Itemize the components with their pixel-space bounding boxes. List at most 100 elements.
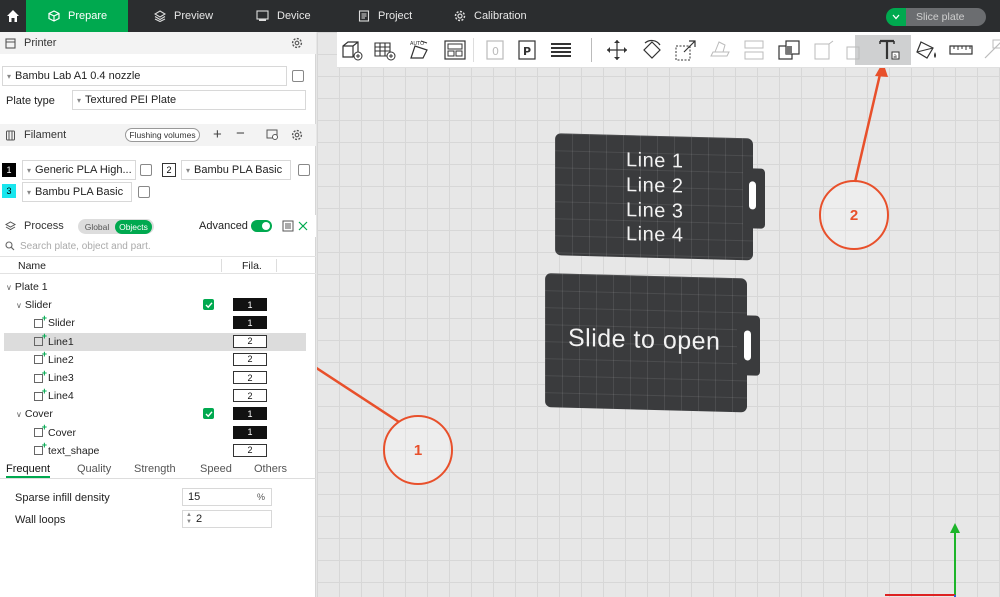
filament-slot-2-edit-icon[interactable]: [298, 164, 310, 176]
filament-assign-box[interactable]: 1: [233, 407, 267, 421]
add-object-icon[interactable]: [340, 38, 364, 62]
tree-row[interactable]: text_shape 2: [0, 440, 316, 460]
search-input[interactable]: Search plate, object and part.: [20, 241, 151, 252]
process-compare-icon[interactable]: [297, 220, 309, 232]
filament-slot-3-badge[interactable]: 3: [2, 184, 16, 198]
filament-slot-3-select[interactable]: ▾ Bambu PLA Basic: [22, 182, 132, 202]
3d-viewport[interactable]: Line 1 Line 2 Line 3 Line 4 Slide to ope…: [317, 32, 1000, 597]
filament-settings-gear-icon[interactable]: [291, 129, 303, 141]
tree-row[interactable]: Line1 2: [4, 331, 306, 351]
filament-assign-box[interactable]: 2: [233, 389, 267, 403]
tab-prepare[interactable]: Prepare: [26, 0, 128, 32]
tree-row-label: Line2: [48, 353, 74, 366]
printer-title: Printer: [24, 37, 57, 49]
sparse-infill-input[interactable]: 15 %: [182, 488, 272, 506]
assembly-icon[interactable]: [981, 38, 1000, 62]
move-icon[interactable]: [605, 38, 629, 62]
tree-row[interactable]: Line2 2: [0, 349, 316, 369]
color-paint-icon[interactable]: [915, 38, 939, 62]
filament-slot-1-select[interactable]: ▾ Generic PLA High...: [22, 160, 136, 180]
advanced-switch[interactable]: [251, 220, 272, 232]
search-bar[interactable]: Search plate, object and part.: [0, 238, 316, 254]
tree-row[interactable]: ∨ Slider 1: [0, 296, 316, 314]
auto-orient-icon[interactable]: AUTO: [407, 38, 431, 62]
lay-on-face-icon[interactable]: [707, 38, 731, 62]
tree-row[interactable]: Cover 1: [0, 422, 316, 442]
chevron-down-icon[interactable]: ∨: [6, 283, 12, 292]
remove-filament-icon[interactable]: −: [236, 125, 245, 142]
seam-paint-icon[interactable]: [843, 38, 867, 62]
tree-row[interactable]: Slider 1: [0, 313, 316, 332]
slice-dropdown-button[interactable]: [886, 8, 906, 26]
filament-slot-2-badge[interactable]: 2: [162, 163, 176, 177]
text-tool-icon[interactable]: a: [877, 38, 901, 62]
filament-slot-3-edit-icon[interactable]: [138, 186, 150, 198]
filament-slot-1-edit-icon[interactable]: [140, 164, 152, 176]
tab-strength[interactable]: Strength: [134, 463, 176, 475]
boolean-icon[interactable]: [777, 38, 801, 62]
printer-select[interactable]: ▾ Bambu Lab A1 0.4 nozzle: [2, 66, 287, 86]
filament-assign-box[interactable]: 2: [233, 371, 267, 384]
chevron-down-icon: ▾: [77, 95, 82, 105]
plate-type-select[interactable]: ▾ Textured PEI Plate: [72, 90, 306, 110]
tab-device[interactable]: Device: [232, 0, 336, 32]
visibility-checkbox[interactable]: [203, 408, 214, 420]
measure-icon[interactable]: [949, 38, 973, 62]
filament-slot-2-select[interactable]: ▾ Bambu PLA Basic: [181, 160, 291, 180]
part-icon: [34, 331, 47, 347]
filament-assign-box[interactable]: 1: [233, 425, 267, 439]
add-filament-icon[interactable]: +: [213, 126, 222, 143]
arrange-icon[interactable]: [443, 38, 467, 62]
flushing-volumes-button[interactable]: Flushing volumes: [125, 128, 200, 142]
sparse-infill-label: Sparse infill density: [15, 492, 110, 504]
tree-row[interactable]: ∨ Cover 1: [0, 405, 316, 423]
slice-plate-button[interactable]: Slice plate: [906, 8, 986, 26]
tab-preview[interactable]: Preview: [128, 0, 232, 32]
part-icon: [34, 386, 47, 401]
support-paint-icon[interactable]: [811, 38, 835, 62]
rotate-icon[interactable]: [640, 38, 664, 62]
tree-row-label: Cover: [24, 408, 53, 421]
tab-calibration[interactable]: Calibration: [432, 0, 552, 32]
visibility-checkbox[interactable]: [203, 299, 214, 311]
process-list-icon[interactable]: [282, 220, 294, 232]
annotation-callout-1: 1: [383, 415, 453, 485]
wall-loops-stepper-icon[interactable]: ▲ ▼: [186, 512, 192, 526]
split-parts-icon[interactable]: P: [515, 38, 539, 62]
layers-stack-icon[interactable]: [549, 38, 573, 62]
tab-project[interactable]: Project: [336, 0, 432, 32]
filament-assign-box[interactable]: 1: [233, 298, 267, 312]
home-button[interactable]: [0, 0, 26, 32]
wall-loops-input[interactable]: ▲ ▼ 2: [182, 510, 272, 528]
tab-quality[interactable]: Quality: [77, 463, 111, 475]
objects-toggle-option[interactable]: Objects: [115, 220, 152, 234]
tree-row[interactable]: Line4 2: [0, 386, 316, 405]
global-toggle-option[interactable]: Global: [80, 220, 114, 234]
chevron-down-icon[interactable]: ∨: [16, 410, 22, 419]
split-objects-icon[interactable]: 0: [483, 38, 507, 62]
tree-row-label: Line1: [48, 335, 74, 348]
chevron-down-icon: [892, 14, 900, 20]
cut-icon[interactable]: [742, 38, 766, 62]
chevron-down-icon[interactable]: ∨: [16, 301, 22, 310]
filament-assign-box[interactable]: 2: [233, 443, 267, 457]
tab-speed[interactable]: Speed: [200, 463, 232, 475]
wall-loops-label: Wall loops: [15, 514, 66, 526]
add-plate-icon[interactable]: [373, 38, 397, 62]
filament-sync-icon[interactable]: [266, 129, 279, 141]
printer-edit-icon[interactable]: [292, 70, 304, 82]
scale-icon[interactable]: [674, 38, 698, 62]
part-icon: [34, 313, 47, 328]
tree-row[interactable]: ∨ Plate 1: [0, 278, 316, 296]
filament-assign-box[interactable]: 2: [233, 352, 267, 366]
tree-row-label: Slider: [48, 317, 75, 330]
filament-assign-box[interactable]: 1: [233, 316, 267, 330]
tab-frequent[interactable]: Frequent: [6, 463, 51, 478]
tab-others[interactable]: Others: [254, 463, 287, 475]
tree-row[interactable]: Line3 2: [0, 368, 316, 387]
filament-title: Filament: [24, 129, 67, 141]
filament-slot-1-badge[interactable]: 1: [2, 163, 16, 177]
tree-row-label: Plate 1: [14, 281, 48, 293]
printer-settings-gear-icon[interactable]: [291, 37, 303, 49]
filament-assign-box[interactable]: 2: [233, 334, 267, 348]
